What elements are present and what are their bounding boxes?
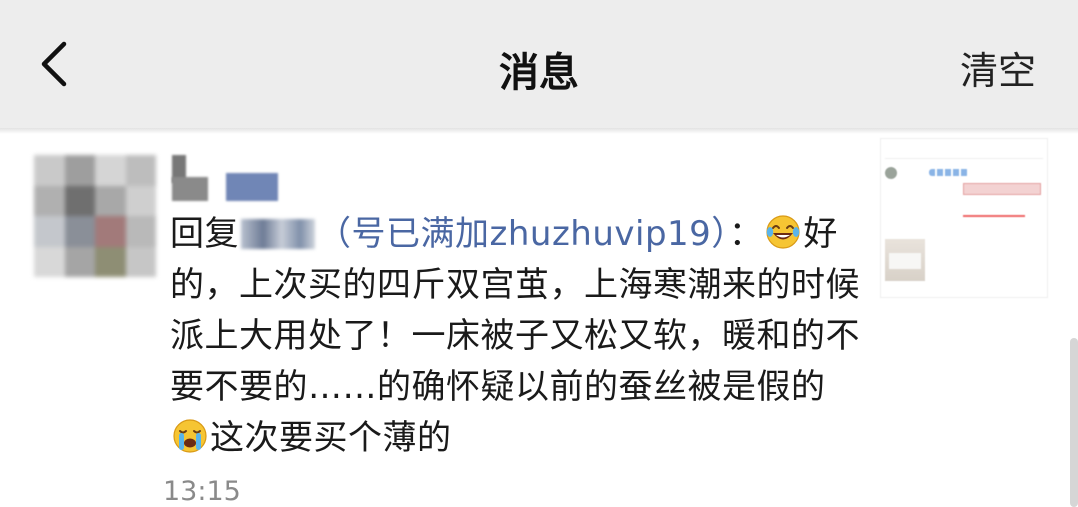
header-divider: [0, 128, 1078, 134]
sender-name-blurred: [170, 155, 280, 205]
page-title: 消息: [499, 50, 579, 96]
avatar[interactable]: [34, 155, 156, 277]
clear-button[interactable]: 清空: [960, 40, 1036, 95]
message-text-part2: 这次要买个薄的: [210, 418, 452, 458]
reply-prefix: 回复: [170, 214, 239, 254]
loudly-crying-emoji-icon: [172, 418, 208, 454]
message-text: 回复 （号已满加zhuzhuvip19）： 好的，上次买的四斤双宫茧，上海寒潮来的…: [170, 209, 860, 464]
linked-post-thumbnail[interactable]: [880, 138, 1048, 298]
tears-of-joy-emoji-icon: [765, 214, 801, 250]
top-nav-bar: 消息 清空: [0, 0, 1078, 128]
thumbnail-user-avatar: [885, 167, 897, 179]
thumbnail-badge: [963, 183, 1041, 195]
message-time: 13:15: [163, 476, 241, 507]
thumbnail-rating-dots: [929, 169, 969, 176]
reply-target-name-blurred[interactable]: [241, 219, 315, 249]
thumbnail-highlight-line: [885, 215, 1035, 217]
scrollbar[interactable]: [1070, 338, 1078, 507]
thumbnail-product-image: [885, 239, 925, 281]
reply-target-tag[interactable]: （号已满加zhuzhuvip19）: [317, 214, 729, 254]
reply-colon: ：: [728, 214, 764, 254]
